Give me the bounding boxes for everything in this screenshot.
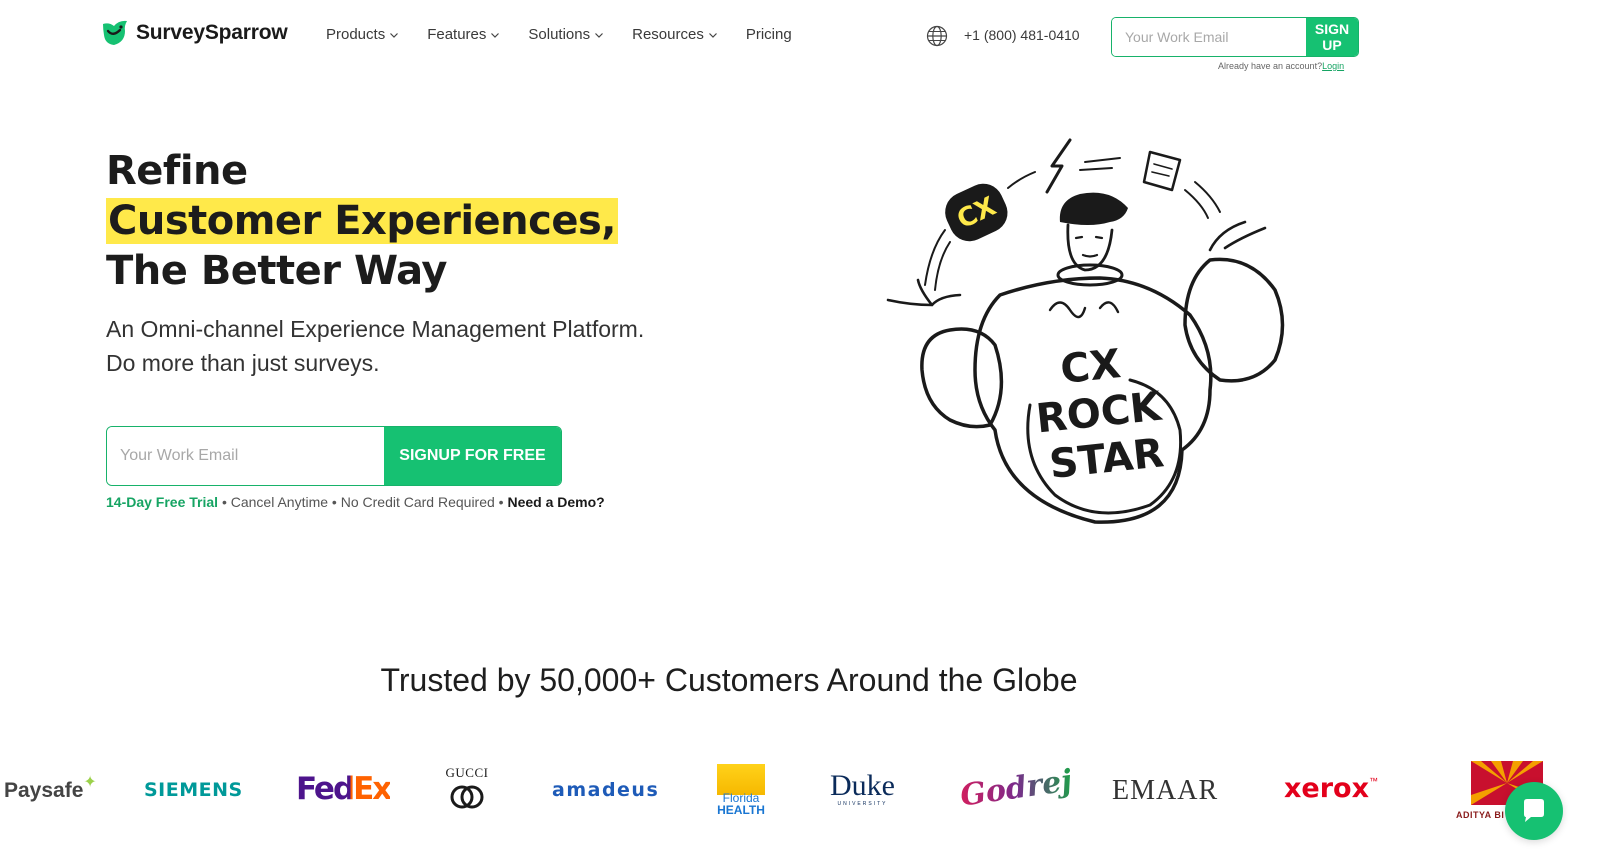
- nav-email-input[interactable]: [1112, 18, 1306, 56]
- hero-signup-form: SIGNUP FOR FREE: [106, 426, 562, 486]
- hero-email-input[interactable]: [107, 427, 384, 485]
- signup-for-free-button[interactable]: SIGNUP FOR FREE: [384, 427, 561, 485]
- chat-bubble-icon: [1524, 799, 1544, 822]
- chevron-down-icon: [390, 32, 399, 38]
- logo-xerox: xerox™: [1284, 773, 1378, 804]
- cx-rockstar-illustration: CX CX ROCK STAR: [886, 138, 1285, 524]
- login-prompt: Already have an account?Login: [1218, 61, 1344, 71]
- menu-resources-label: Resources: [632, 26, 704, 43]
- nav-signup-button[interactable]: SIGN UP: [1306, 18, 1358, 56]
- menu-products[interactable]: Products: [326, 26, 399, 43]
- logo-paysafe-text: Paysafe: [4, 779, 84, 802]
- globe-icon[interactable]: [926, 25, 948, 47]
- perk-separator: •: [328, 494, 341, 510]
- logo-duke: Duke UNIVERSITY: [830, 769, 895, 808]
- signup-perks: 14-Day Free Trial • Cancel Anytime • No …: [106, 494, 605, 510]
- login-link[interactable]: Login: [1322, 61, 1344, 71]
- perk-no-credit-card: No Credit Card Required: [340, 494, 495, 510]
- hero-title-highlight: Customer Experiences,: [106, 198, 618, 244]
- menu-resources[interactable]: Resources: [632, 26, 718, 43]
- logo-siemens: SIEMENS: [144, 779, 243, 801]
- menu-features-label: Features: [427, 26, 487, 43]
- logo-godrej: Godrej: [958, 763, 1074, 813]
- gucci-gg-icon: [450, 785, 484, 809]
- menu-products-label: Products: [326, 26, 386, 43]
- customer-logos: Paysafe✦ SIEMENS FedEx GUCCI amadeus Flo…: [0, 755, 1600, 825]
- menu-solutions[interactable]: Solutions: [528, 26, 604, 43]
- nav-signup-form: SIGN UP: [1111, 17, 1359, 57]
- menu-pricing-label: Pricing: [745, 26, 792, 43]
- logo-gucci-text: GUCCI: [445, 765, 489, 780]
- hero-title-line1: Refine: [106, 148, 248, 194]
- chevron-down-icon: [595, 32, 604, 38]
- main-menu: Products Features Solutions Resources Pr…: [326, 26, 792, 43]
- logo-xerox-text: xerox: [1284, 773, 1370, 804]
- sparrow-logo-icon: [103, 20, 127, 45]
- hero-subtitle-line1: An Omni-channel Experience Management Pl…: [106, 316, 645, 342]
- trusted-heading: Trusted by 50,000+ Customers Around the …: [380, 662, 1078, 698]
- logo-paysafe: Paysafe✦: [4, 774, 97, 803]
- logo-emaar: EMAAR: [1112, 775, 1218, 807]
- hero-title-line3: The Better Way: [106, 248, 448, 294]
- phone-number[interactable]: +1 (800) 481-0410: [964, 27, 1080, 43]
- logo-amadeus: amadeus: [552, 779, 659, 801]
- perk-cancel-anytime: Cancel Anytime: [230, 494, 329, 510]
- sparkle-icon: ✦: [83, 774, 97, 791]
- perk-free-trial: 14-Day Free Trial: [106, 494, 219, 510]
- logo-amadeus-text: amadeus: [552, 779, 660, 801]
- rockstar-line1: CX: [1058, 341, 1123, 393]
- chevron-down-icon: [491, 32, 500, 38]
- logo-fedex-text: FedEx: [296, 771, 392, 807]
- menu-solutions-label: Solutions: [528, 26, 591, 43]
- perk-separator: •: [494, 494, 508, 510]
- brand-logo[interactable]: SurveySparrow: [100, 18, 288, 48]
- already-text: Already have an account?: [1218, 61, 1323, 71]
- need-a-demo-link[interactable]: Need a Demo?: [507, 494, 604, 510]
- logo-siemens-text: SIEMENS: [144, 779, 243, 801]
- logo-xerox-tm: ™: [1369, 776, 1379, 786]
- logo-fedex: FedEx: [296, 771, 392, 807]
- menu-pricing[interactable]: Pricing: [746, 26, 792, 43]
- chat-launcher-button[interactable]: [1505, 782, 1563, 840]
- logo-godrej-text: Godrej: [958, 763, 1075, 814]
- logo-emaar-text: EMAAR: [1112, 775, 1219, 806]
- logo-duke-sub: UNIVERSITY: [837, 801, 888, 807]
- menu-features[interactable]: Features: [427, 26, 500, 43]
- logo-gucci: GUCCI: [442, 765, 492, 816]
- perk-separator: •: [218, 494, 231, 510]
- logo-duke-text: Duke: [830, 769, 895, 802]
- logo-health-text: HEALTH: [717, 803, 765, 817]
- hero-title: Refine Customer Experiences, The Better …: [106, 146, 618, 296]
- hero-subtitle: An Omni-channel Experience Management Pl…: [106, 312, 644, 380]
- brand-name: SurveySparrow: [136, 21, 288, 44]
- hero-subtitle-line2: Do more than just surveys.: [106, 350, 380, 376]
- top-navigation: SurveySparrow Products Features Solution…: [0, 0, 1600, 80]
- logo-florida-health: Florida HEALTH: [717, 764, 765, 816]
- chevron-down-icon: [708, 32, 717, 38]
